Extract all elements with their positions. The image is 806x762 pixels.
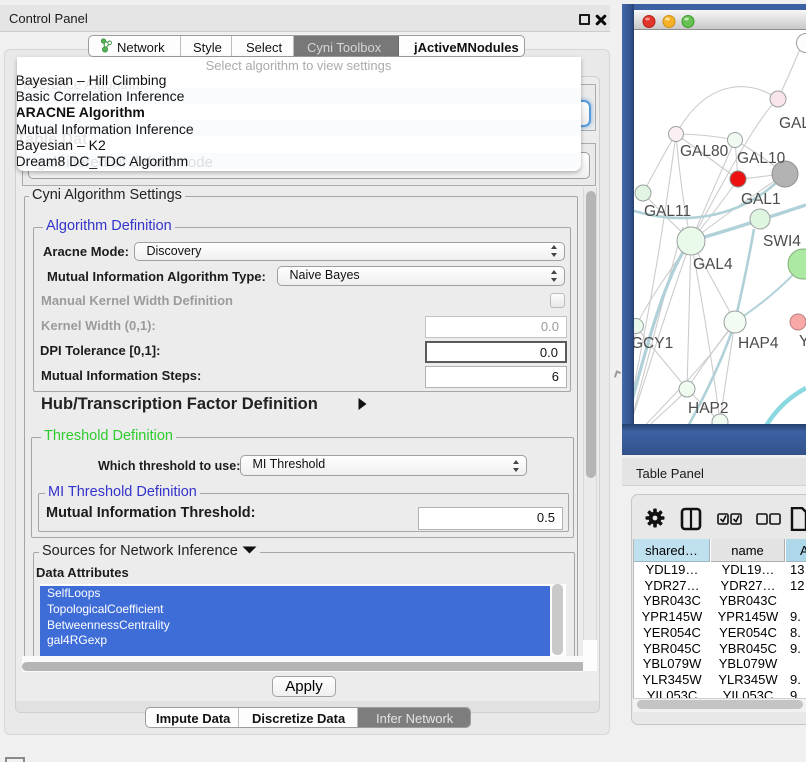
svg-text:Y: Y: [799, 333, 806, 350]
svg-text:GAL4: GAL4: [693, 256, 733, 273]
svg-text:GAL1: GAL1: [741, 191, 781, 208]
svg-text:HAP4: HAP4: [738, 335, 779, 352]
svg-text:GCY1: GCY1: [631, 335, 673, 352]
svg-text:HAP2: HAP2: [688, 400, 729, 417]
svg-text:GAL11: GAL11: [644, 203, 691, 220]
svg-text:GAL80: GAL80: [680, 143, 729, 160]
svg-text:SWI4: SWI4: [763, 233, 801, 250]
svg-text:GAL10: GAL10: [737, 150, 786, 167]
svg-text:GAL7: GAL7: [779, 115, 806, 132]
